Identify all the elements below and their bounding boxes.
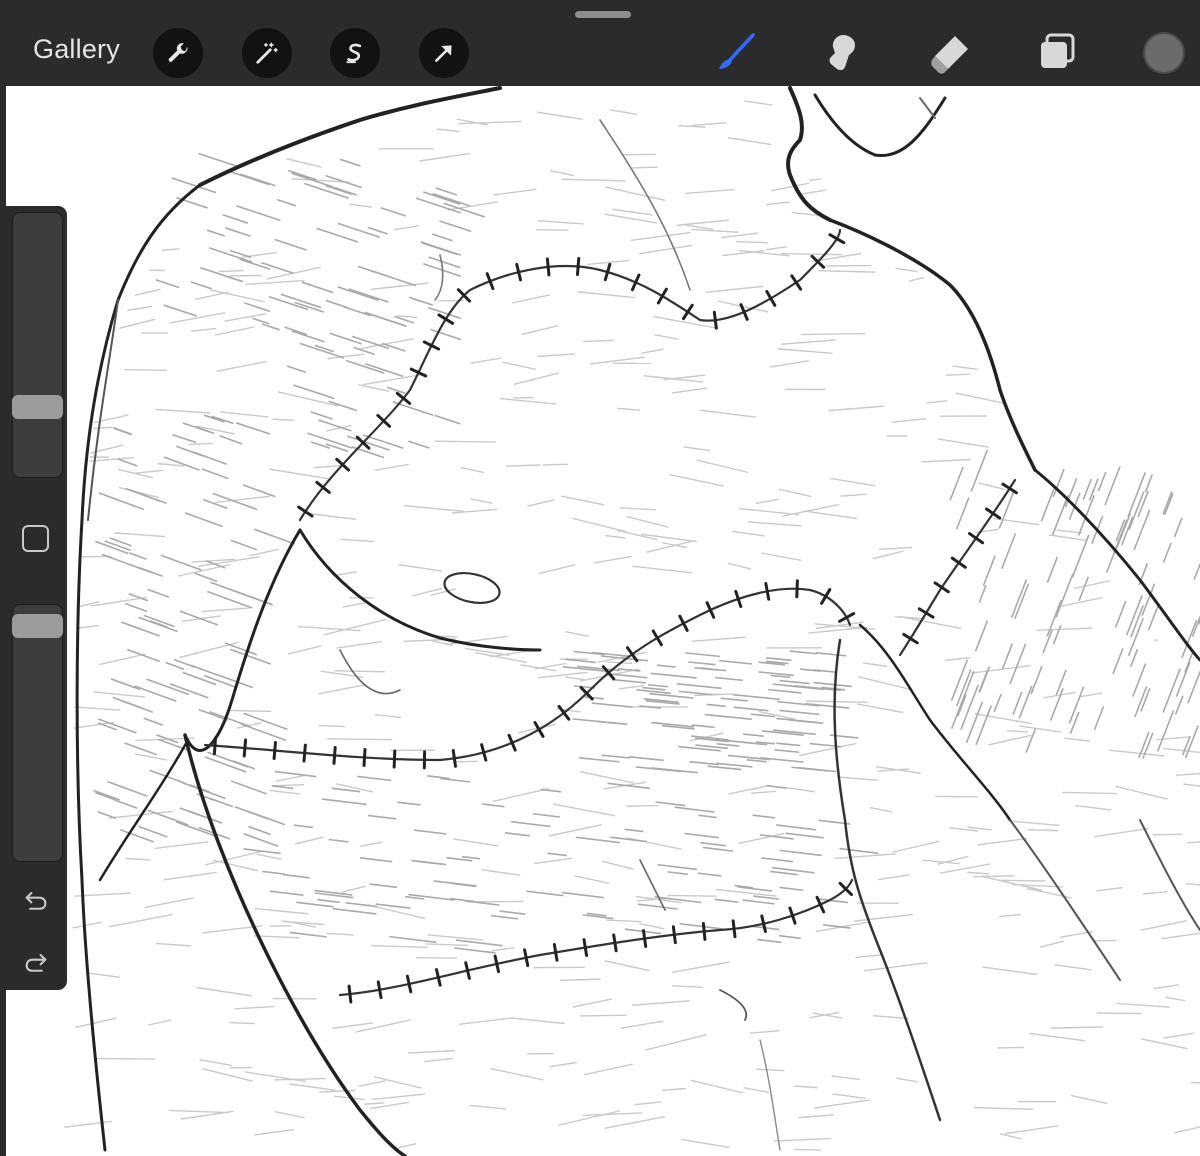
brush-opacity-slider[interactable] [12, 604, 63, 862]
left-sidebar [4, 206, 67, 990]
smudge-tool-button[interactable] [816, 26, 868, 78]
undo-icon [25, 891, 47, 910]
actions-button[interactable] [153, 28, 203, 78]
undo-button[interactable] [18, 882, 54, 918]
drawing-canvas[interactable] [6, 86, 1200, 1156]
brush-size-slider[interactable] [12, 212, 63, 478]
top-toolbar: Gallery [0, 0, 1200, 86]
smudge-finger-icon [829, 35, 855, 71]
eraser-icon [931, 36, 968, 74]
brush-tool-button[interactable] [710, 26, 762, 78]
gallery-button[interactable]: Gallery [33, 34, 120, 65]
selection-s-icon [346, 43, 362, 64]
brush-opacity-thumb[interactable] [12, 614, 63, 639]
wrench-icon [168, 43, 188, 62]
eraser-tool-button[interactable] [924, 26, 976, 78]
selection-button[interactable] [330, 28, 380, 78]
brush-icon [719, 33, 755, 69]
redo-button[interactable] [18, 944, 54, 980]
modify-button[interactable] [22, 525, 49, 552]
magic-wand-icon [256, 42, 278, 64]
layers-button[interactable] [1031, 26, 1083, 78]
transform-button[interactable] [419, 28, 469, 78]
sketch-artwork [60, 86, 1200, 1156]
brush-size-thumb[interactable] [12, 394, 63, 419]
color-picker-button[interactable] [1143, 32, 1185, 74]
layers-icon [1041, 33, 1075, 68]
drag-handle[interactable] [575, 11, 631, 18]
arrow-cursor-icon [435, 45, 452, 62]
redo-icon [25, 953, 47, 972]
adjustments-button[interactable] [242, 28, 292, 78]
